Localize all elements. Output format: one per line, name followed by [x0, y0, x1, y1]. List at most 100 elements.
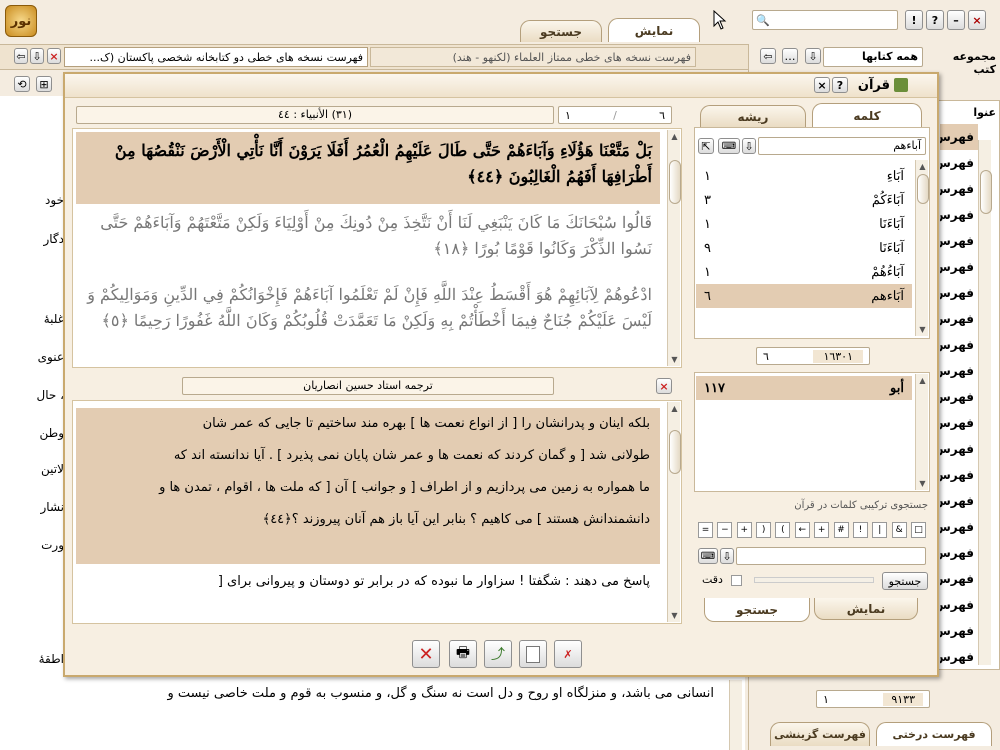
print-button[interactable]: 🖶 — [449, 640, 477, 668]
close-translation-button[interactable]: × — [656, 378, 672, 394]
doc-tab-inactive[interactable]: فهرست نسخه های خطی ممتاز العلماء (لکنهو … — [370, 47, 696, 67]
quran-help-button[interactable]: ? — [832, 77, 848, 93]
op-button[interactable]: & — [891, 522, 907, 538]
verse-block[interactable]: بَلْ مَتَّعْنَا هَؤُلَاءِ وَآبَاءَهُمْ ح… — [76, 132, 660, 204]
tab-scroll-left-button[interactable]: ⇦ — [14, 48, 28, 64]
op-button[interactable]: = — [698, 522, 713, 538]
tab-word[interactable]: کلمه — [812, 103, 922, 127]
side-tab-search[interactable]: جستجو — [704, 598, 810, 622]
list-item[interactable]: فهرس — [940, 254, 978, 280]
scroll-thumb[interactable] — [669, 430, 681, 474]
collections-select[interactable]: همه کتابها — [823, 47, 923, 67]
list-item[interactable]: فهرس — [940, 202, 978, 228]
root-row[interactable]: أبو ۱۱۷ — [696, 376, 912, 400]
tab-selective-list[interactable]: فهرست گزینشی — [770, 722, 870, 746]
scroll-thumb[interactable] — [980, 170, 992, 214]
word-search-input[interactable]: آباءهم — [758, 137, 926, 155]
more-button[interactable]: … — [782, 48, 798, 64]
list-item[interactable]: فهرس — [940, 306, 978, 332]
combo-search-input[interactable] — [736, 547, 926, 565]
nav-back-button[interactable]: ⇦ — [760, 48, 776, 64]
right-list-scrollbar[interactable] — [978, 140, 992, 665]
list-item[interactable]: فهرس — [940, 540, 978, 566]
verse-range[interactable]: ۱ / ٦ — [558, 106, 672, 124]
op-button[interactable]: ( — [775, 522, 791, 538]
doc-tab-active[interactable]: فهرست نسخه های خطی دو کتابخانه شخصی پاکس… — [64, 47, 368, 67]
top-tab-search[interactable]: جستجو — [520, 20, 602, 42]
list-item[interactable]: فهرس — [940, 592, 978, 618]
word-search-go-button[interactable]: ⇱ — [698, 138, 714, 154]
precision-checkbox[interactable] — [731, 575, 742, 586]
list-item[interactable]: فهرس — [940, 332, 978, 358]
list-item[interactable]: فهرس — [940, 436, 978, 462]
list-item[interactable]: فهرس — [940, 618, 978, 644]
word-row[interactable]: آبَاءَنَا ۹ — [696, 236, 912, 260]
word-dropdown-button[interactable]: ⇩ — [742, 138, 756, 154]
scroll-thumb[interactable] — [669, 160, 681, 204]
info-button[interactable]: ! — [905, 10, 923, 30]
list-item[interactable]: فهرس — [940, 176, 978, 202]
close-app-button[interactable]: × — [968, 10, 986, 30]
root-list-scrollbar[interactable]: ▲ ▼ — [915, 374, 928, 490]
side-tab-display[interactable]: نمایش — [814, 598, 918, 620]
tab-scroll-down-button[interactable]: ⇩ — [30, 48, 44, 64]
op-button[interactable]: + — [736, 522, 752, 538]
top-tab-display[interactable]: نمایش — [608, 18, 700, 42]
word-row[interactable]: آبَاءُهُمْ ۱ — [696, 260, 912, 284]
list-item[interactable]: فهرس — [940, 566, 978, 592]
translation-scrollbar[interactable]: ▲ ▼ — [667, 402, 681, 622]
minimize-button[interactable]: – — [947, 10, 965, 30]
scroll-thumb[interactable] — [917, 174, 929, 204]
op-button[interactable]: ! — [852, 522, 868, 538]
list-item[interactable]: فهرس — [940, 644, 978, 670]
copy-button[interactable] — [519, 640, 547, 668]
export-button[interactable]: ⤴ — [484, 640, 512, 668]
keyboard-button[interactable]: ⌨ — [718, 138, 740, 154]
list-item[interactable]: فهرس — [940, 280, 978, 306]
word-row[interactable]: آبَاءِ ۱ — [696, 164, 912, 188]
translation-highlight[interactable]: بلکه اینان و پدرانشان را [ از انواع نعمت… — [76, 408, 660, 564]
verse-line: لَيْسَ عَلَيْكُمْ جُنَاحٌ فِيمَا أَخْطَأ… — [101, 311, 652, 330]
list-item[interactable]: فهرس — [940, 514, 978, 540]
word-row[interactable]: آبَاءَكُمْ ۳ — [696, 188, 912, 212]
tab-tree-list[interactable]: فهرست درختی — [876, 722, 992, 746]
global-search-field[interactable]: 🔍 — [752, 10, 898, 30]
clear-button[interactable]: ✗ — [554, 640, 582, 668]
verses-scrollbar[interactable]: ▲ ▼ — [667, 130, 681, 366]
op-button[interactable]: □ — [910, 522, 926, 538]
op-button[interactable]: # — [833, 522, 849, 538]
list-item[interactable]: فهرس — [940, 124, 978, 150]
document-scrollbar[interactable] — [729, 680, 742, 750]
combo-dropdown-button[interactable]: ⇩ — [720, 548, 734, 564]
layout-button[interactable]: ⊞ — [36, 76, 52, 92]
verse-block[interactable]: قَالُوا سُبْحَانَكَ مَا كَانَ يَنْبَغِي … — [76, 208, 660, 274]
op-button[interactable]: ← — [794, 522, 810, 538]
list-item[interactable]: فهرس — [940, 462, 978, 488]
word-list-scrollbar[interactable]: ▲ ▼ — [915, 160, 929, 336]
list-item[interactable]: فهرس — [940, 358, 978, 384]
verse-block[interactable]: ادْعُوهُمْ لِآبَائِهِمْ هُوَ أَقْسَطُ عِ… — [76, 280, 660, 346]
combo-keyboard-button[interactable]: ⌨ — [698, 548, 718, 564]
list-item[interactable]: فهرس — [940, 150, 978, 176]
nav-down-button[interactable]: ⇩ — [805, 48, 821, 64]
op-button[interactable]: | — [872, 522, 888, 538]
op-button[interactable]: − — [717, 522, 733, 538]
op-button[interactable]: ) — [756, 522, 772, 538]
combo-search-button[interactable]: جستجو — [882, 572, 928, 590]
list-item[interactable]: فهرس — [940, 384, 978, 410]
tab-root[interactable]: ریشه — [700, 105, 806, 127]
word-row[interactable]: آبَاءَنَا ۱ — [696, 212, 912, 236]
help-button[interactable]: ? — [926, 10, 944, 30]
refresh-button[interactable]: ⟲ — [14, 76, 30, 92]
verse-line: نَسُوا الذِّكْرَ وَكَانُوا قَوْمًا بُورً… — [433, 239, 652, 258]
close-dialog-button[interactable]: ✕ — [412, 640, 440, 668]
precision-slider[interactable] — [754, 577, 874, 583]
quran-close-button[interactable]: × — [814, 77, 830, 93]
global-search-input[interactable] — [769, 13, 894, 27]
word-row-selected[interactable]: آبَاءهم ٦ — [696, 284, 912, 308]
op-button[interactable]: + — [814, 522, 830, 538]
list-item[interactable]: فهرس — [940, 228, 978, 254]
list-item[interactable]: فهرس — [940, 488, 978, 514]
list-item[interactable]: فهرس — [940, 410, 978, 436]
close-doc-tab-button[interactable]: × — [47, 48, 61, 64]
